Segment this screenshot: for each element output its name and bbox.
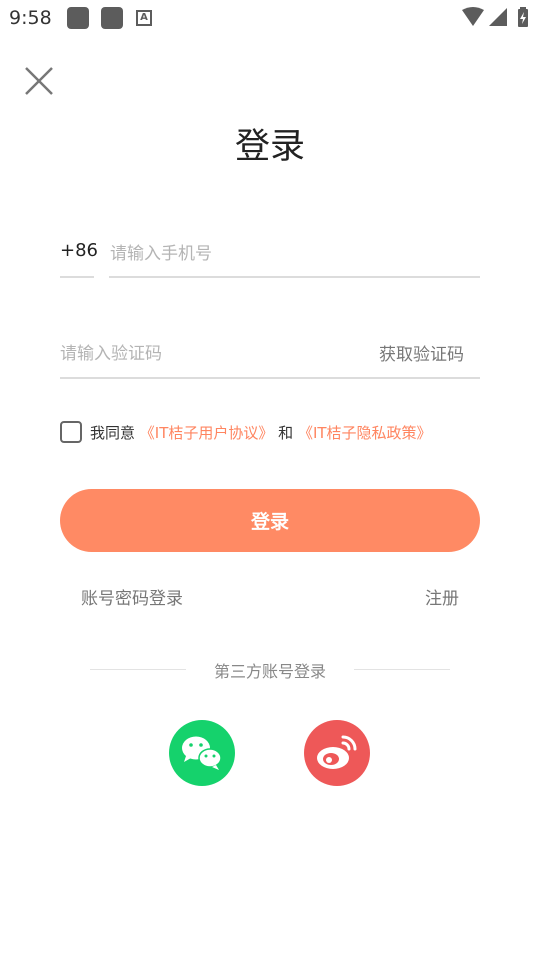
agreement-prefix: 我同意 bbox=[90, 424, 136, 442]
third-party-label: 第三方账号登录 bbox=[213, 662, 326, 681]
register-link[interactable]: 注册 bbox=[425, 584, 459, 609]
user-agreement-link[interactable]: 《IT桔子用户协议》 bbox=[140, 424, 274, 442]
status-time: 9:58 bbox=[9, 7, 52, 29]
signal-icon bbox=[489, 8, 507, 26]
get-code-button[interactable]: 获取验证码 bbox=[379, 340, 464, 365]
a-notification-icon: A bbox=[136, 10, 152, 26]
battery-icon bbox=[518, 7, 528, 27]
privacy-policy-link[interactable]: 《IT桔子隐私政策》 bbox=[298, 424, 432, 442]
verification-code-input[interactable] bbox=[60, 340, 360, 368]
country-code-selector[interactable]: +86 bbox=[60, 240, 98, 261]
weibo-login-button[interactable] bbox=[304, 720, 370, 786]
agreement-checkbox[interactable] bbox=[60, 421, 82, 443]
close-icon bbox=[25, 67, 53, 95]
agreement-text: 我同意 《IT桔子用户协议》 和 《IT桔子隐私政策》 bbox=[90, 422, 432, 443]
phone-underline bbox=[109, 276, 480, 278]
password-login-link[interactable]: 账号密码登录 bbox=[81, 584, 183, 609]
agreement-conjunction: 和 bbox=[278, 424, 294, 442]
notification-icon bbox=[67, 7, 89, 29]
login-button[interactable]: 登录 bbox=[60, 489, 480, 552]
code-underline bbox=[60, 377, 480, 379]
wechat-login-button[interactable] bbox=[169, 720, 235, 786]
country-code-underline bbox=[60, 276, 94, 278]
status-bar: 9:58 A bbox=[0, 0, 540, 36]
divider-right bbox=[354, 669, 450, 670]
page-title: 登录 bbox=[234, 127, 305, 167]
notification-icon bbox=[101, 7, 123, 29]
weibo-icon bbox=[317, 735, 357, 769]
wechat-icon bbox=[182, 736, 222, 770]
status-icons bbox=[462, 7, 528, 27]
close-button[interactable] bbox=[22, 64, 56, 98]
wifi-icon bbox=[462, 7, 484, 26]
phone-input[interactable] bbox=[110, 240, 480, 268]
